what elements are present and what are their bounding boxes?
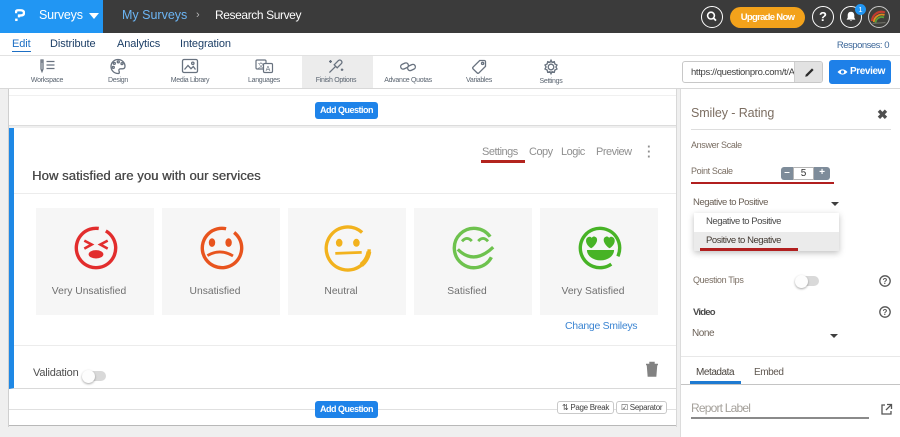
svg-text:A: A bbox=[265, 66, 270, 73]
svg-text:文: 文 bbox=[257, 60, 264, 69]
svg-text:?: ? bbox=[883, 308, 888, 317]
svg-text:?: ? bbox=[883, 277, 888, 286]
